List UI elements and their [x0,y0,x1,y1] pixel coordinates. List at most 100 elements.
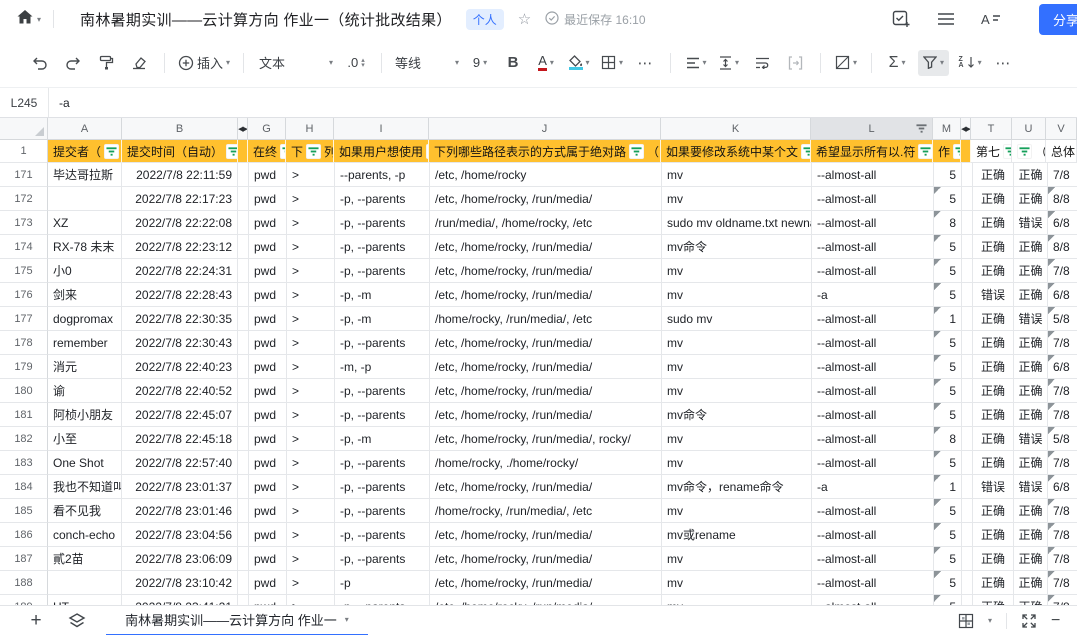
chevron-down-icon[interactable]: ▾ [988,616,992,625]
hidden-columns-cell[interactable] [962,595,973,605]
hidden-columns-cell[interactable] [238,499,249,523]
cell-M188[interactable]: 5 [934,571,962,595]
cell-H174[interactable]: > [287,235,335,259]
cell-I184[interactable]: -p, --parents [335,475,430,499]
cell-H175[interactable]: > [287,259,335,283]
filter-button[interactable]: ▾ [918,50,949,76]
hidden-columns-cell[interactable] [962,355,973,379]
cell-I180[interactable]: -p, --parents [335,379,430,403]
cell-I182[interactable]: -p, -m [335,427,430,451]
hidden-columns-cell[interactable] [238,403,249,427]
row-header-180[interactable]: 180 [0,379,48,403]
cell-M173[interactable]: 8 [934,211,962,235]
share-button[interactable]: 分享 [1039,4,1077,35]
hidden-columns-cell[interactable] [238,475,249,499]
cell-L175[interactable]: --almost-all [812,259,934,283]
cell-V179[interactable]: 6/8 [1048,355,1077,379]
cell-H185[interactable]: > [287,499,335,523]
hidden-columns-cell[interactable] [962,211,973,235]
cell-T183[interactable]: 正确 [973,451,1014,475]
question-cell-L[interactable]: 希望显示所有以.符（ [811,140,933,163]
cell-B181[interactable]: 2022/7/8 22:45:07 [122,403,238,427]
cell-H176[interactable]: > [287,283,335,307]
cell-L174[interactable]: --almost-all [812,235,934,259]
sum-button[interactable]: Σ ▾ [885,50,909,76]
hidden-columns-cell[interactable] [238,379,249,403]
cell-A184[interactable]: 我也不知道叫 [48,475,122,499]
question-cell-J[interactable]: 下列哪些路径表示的方式属于绝对路（ [429,140,661,163]
borders-button[interactable]: ▾ [600,50,624,76]
cell-H188[interactable]: > [287,571,335,595]
row-header-181[interactable]: 181 [0,403,48,427]
cell-A177[interactable]: dogpromax [48,307,122,331]
cell-H184[interactable]: > [287,475,335,499]
cell-K182[interactable]: mv [662,427,812,451]
cell-L171[interactable]: --almost-all [812,163,934,187]
approval-icon[interactable] [892,10,911,29]
cell-A179[interactable]: 消元 [48,355,122,379]
cell-M186[interactable]: 5 [934,523,962,547]
hidden-columns-cell[interactable] [962,235,973,259]
cell-L178[interactable]: --almost-all [812,331,934,355]
row-header-184[interactable]: 184 [0,475,48,499]
cell-U174[interactable]: 正确 [1014,235,1048,259]
cell-J179[interactable]: /etc, /home/rocky, /run/media/ [430,355,662,379]
cell-U176[interactable]: 正确 [1014,283,1048,307]
cell-U177[interactable]: 错误 [1014,307,1048,331]
text-wrap-icon[interactable] [750,50,774,76]
cell-T181[interactable]: 正确 [973,403,1014,427]
cell-T177[interactable]: 正确 [973,307,1014,331]
add-sheet-button[interactable]: + [24,610,48,632]
cell-G188[interactable]: pwd [249,571,287,595]
cell-U184[interactable]: 错误 [1014,475,1048,499]
cell-J189[interactable]: /etc, /home/rocky, /run/media/ [430,595,662,605]
cell-U180[interactable]: 正确 [1014,379,1048,403]
cell-L173[interactable]: --almost-all [812,211,934,235]
cell-U183[interactable]: 正确 [1014,451,1048,475]
cell-T172[interactable]: 正确 [973,187,1014,211]
cell-L184[interactable]: -a [812,475,934,499]
cell-M175[interactable]: 5 [934,259,962,283]
row-header-1[interactable]: 1 [0,140,48,163]
row-header-172[interactable]: 172 [0,187,48,211]
more-icon[interactable]: ⋯ [991,50,1015,76]
cell-T182[interactable]: 正确 [973,427,1014,451]
cell-I188[interactable]: -p [335,571,430,595]
cell-A180[interactable]: 谕 [48,379,122,403]
cell-J187[interactable]: /etc, /home/rocky, /run/media/ [430,547,662,571]
cell-I174[interactable]: -p, --parents [335,235,430,259]
cell-B171[interactable]: 2022/7/8 22:11:59 [122,163,238,187]
cell-M185[interactable]: 5 [934,499,962,523]
cell-A185[interactable]: 看不见我 [48,499,122,523]
cell-V172[interactable]: 8/8 [1048,187,1077,211]
cell-K186[interactable]: mv或rename [662,523,812,547]
cell-M187[interactable]: 5 [934,547,962,571]
question-cell-U[interactable]: （ [1012,140,1046,163]
cell-K171[interactable]: mv [662,163,812,187]
cell-H178[interactable]: > [287,331,335,355]
cell-J174[interactable]: /etc, /home/rocky, /run/media/ [430,235,662,259]
cell-G189[interactable]: pwd [249,595,287,605]
question-cell-gap2[interactable] [961,140,971,163]
insert-button[interactable]: 插入 ▾ [178,50,230,76]
cell-B186[interactable]: 2022/7/8 23:04:56 [122,523,238,547]
cell-H189[interactable]: > [287,595,335,605]
more-icon[interactable]: ⋯ [633,50,657,76]
fill-color-button[interactable]: ▾ [567,50,591,76]
cell-M177[interactable]: 1 [934,307,962,331]
decimal-stepper[interactable]: .0 ▴▾ [344,50,368,76]
hidden-columns-cell[interactable] [962,187,973,211]
cell-L183[interactable]: --almost-all [812,451,934,475]
column-header-L[interactable]: L [811,118,933,140]
cell-I178[interactable]: -p, --parents [335,331,430,355]
cell-I189[interactable]: -p, --parents [335,595,430,605]
column-header-M[interactable]: M [933,118,961,140]
row-header-183[interactable]: 183 [0,451,48,475]
column-header-H[interactable]: H [286,118,334,140]
cell-T173[interactable]: 正确 [973,211,1014,235]
cell-T187[interactable]: 正确 [973,547,1014,571]
cell-G172[interactable]: pwd [249,187,287,211]
cell-V173[interactable]: 6/8 [1048,211,1077,235]
font-family-select[interactable]: 等线 ▾ [395,50,459,76]
format-painter-icon[interactable] [94,50,118,76]
